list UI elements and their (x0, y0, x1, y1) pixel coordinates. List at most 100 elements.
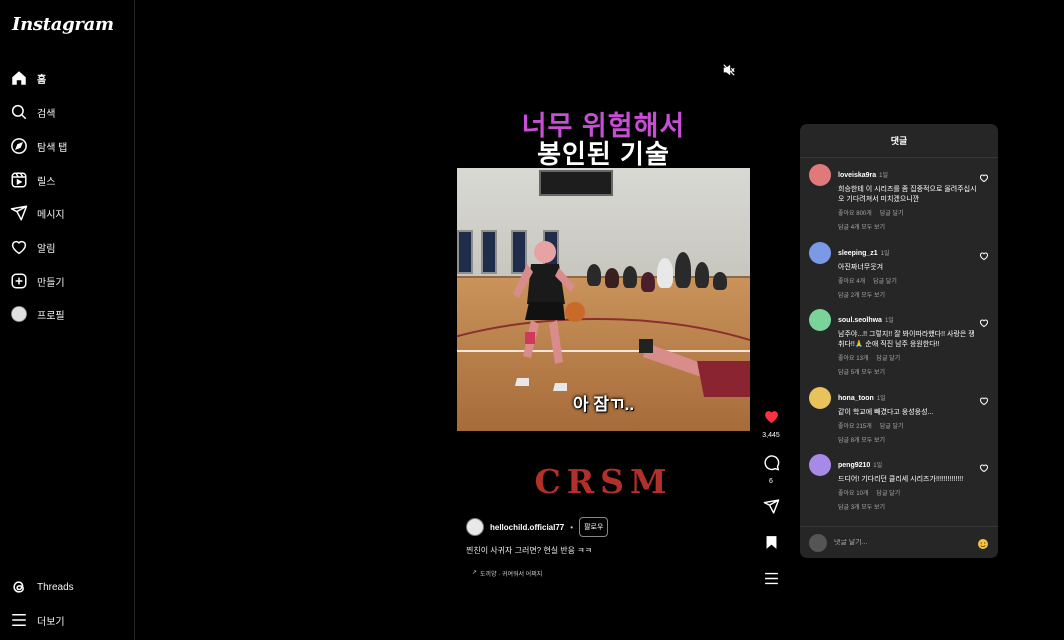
commenter-username[interactable]: sleeping_z1 (838, 250, 878, 257)
comment-heart-icon[interactable] (979, 393, 989, 406)
audio-label: 도끼양 · 귀여워서 어쩌지 (480, 572, 543, 578)
view-replies-button[interactable]: 답글 3개 모두 보기 (838, 502, 978, 511)
author-username[interactable]: hellochild.official77 (490, 523, 564, 532)
comment-action[interactable]: 6 (760, 454, 782, 485)
comment-text: 남주야...!! 그렇지!! 잘 봐이따라했다!! 사랑은 쟁취다!!🙏 순애 … (838, 331, 975, 348)
commenter-avatar[interactable] (809, 454, 831, 476)
comment-body: soul.seolhwa 1일 남주야...!! 그렇지!! 잘 봐이따라했다!!… (838, 309, 978, 376)
sidebar-item-label: 검색 (37, 108, 56, 120)
comment-time: 1일 (876, 396, 886, 402)
commenter-avatar[interactable] (809, 309, 831, 331)
send-icon[interactable] (763, 498, 780, 520)
comment-body: sleeping_z1 1일 아진짜너무웃겨 좋아요 4개 답글 달기 답글 2개 … (838, 242, 978, 299)
sidebar-item-home[interactable]: 홈 (10, 63, 128, 93)
comment-time: 1일 (879, 173, 889, 179)
comment-heart-icon[interactable] (979, 170, 989, 183)
muted-speaker-icon[interactable] (722, 63, 736, 77)
sidebar-item-explore[interactable]: 탐색 탭 (10, 131, 128, 161)
comment-likes[interactable]: 좋아요 10개 (838, 488, 868, 497)
send-icon (10, 204, 28, 222)
comment-heart-icon[interactable] (979, 315, 989, 328)
heart-icon (10, 238, 28, 256)
commenter-avatar[interactable] (809, 242, 831, 264)
reel-video-frame[interactable]: 아 잠ㄲ.. (457, 168, 750, 431)
view-replies-button[interactable]: 답글 8개 모두 보기 (838, 435, 978, 444)
save-action[interactable] (760, 534, 782, 556)
comment-input[interactable] (834, 539, 970, 546)
comment-header: loveiska9ra 1일 (838, 164, 978, 182)
sidebar-item-label: Threads (37, 581, 74, 593)
commenter-username[interactable]: soul.seolhwa (838, 317, 882, 324)
sidebar-item-create[interactable]: 만들기 (10, 266, 128, 296)
comment-text: 아진짜너무웃겨 (838, 264, 884, 271)
sidebar-item-messages[interactable]: 메시지 (10, 198, 128, 228)
spectator (713, 272, 727, 290)
sidebar-item-profile[interactable]: 프로필 (10, 299, 128, 329)
reply-button[interactable]: 답글 달기 (876, 353, 900, 362)
reply-button[interactable]: 답글 달기 (876, 488, 900, 497)
spectator (657, 258, 673, 288)
spectator (695, 262, 709, 288)
reply-button[interactable]: 답글 달기 (873, 276, 897, 285)
gym-window (457, 230, 473, 274)
home-icon (10, 69, 28, 87)
view-replies-button[interactable]: 답글 4개 모두 보기 (838, 222, 978, 231)
heart-filled-icon[interactable] (763, 408, 780, 430)
sidebar-item-label: 탐색 탭 (37, 142, 68, 154)
comment-heart-icon[interactable] (979, 248, 989, 261)
comment-header: peng9210 1일 (838, 454, 978, 472)
instagram-logo[interactable]: Instagram (12, 14, 114, 35)
comment-icon[interactable] (763, 454, 780, 476)
spectator (587, 264, 601, 286)
reply-button[interactable]: 답글 달기 (880, 208, 904, 217)
sidebar-item-threads[interactable]: Threads (10, 572, 128, 602)
comment-likes[interactable]: 좋아요 215개 (838, 421, 872, 430)
sidebar-item-label: 프로필 (37, 310, 65, 322)
reel-title-line2: 봉인된 기술 (537, 139, 670, 169)
comment-likes[interactable]: 좋아요 800개 (838, 208, 872, 217)
comment-heart-icon[interactable] (979, 460, 989, 473)
comment-time: 1일 (880, 251, 890, 257)
like-count: 3,445 (762, 432, 780, 439)
emoji-icon[interactable] (977, 537, 989, 549)
sidebar-item-notifications[interactable]: 알림 (10, 232, 128, 262)
share-action[interactable] (760, 498, 782, 520)
reels-icon (10, 171, 28, 189)
sidebar-item-label: 더보기 (37, 616, 65, 628)
reply-button[interactable]: 답글 달기 (880, 421, 904, 430)
comment-body: loveiska9ra 1일 희승한테 이 시리즈를 좀 집중적으로 올려주십시오… (838, 164, 978, 231)
comment-body: peng9210 1일 드디어! 기다리던 클리세 시리즈가!!!!!!!!!!!… (838, 454, 978, 511)
menu-icon (10, 611, 28, 629)
commenter-username[interactable]: hona_toon (838, 395, 874, 402)
comment-likes[interactable]: 좋아요 13개 (838, 353, 868, 362)
sidebar-item-more[interactable]: 더보기 (10, 605, 128, 635)
comment-meta: 좋아요 4개 답글 달기 (838, 276, 978, 285)
comment-likes[interactable]: 좋아요 4개 (838, 276, 865, 285)
sidebar-item-reels[interactable]: 릴스 (10, 165, 128, 195)
view-replies-button[interactable]: 답글 2개 모두 보기 (838, 290, 978, 299)
comment-body: hona_toon 1일 같이 학교에 빼겼다고 웅성웅성... 좋아요 215개… (838, 387, 978, 444)
follow-button[interactable]: 팔로우 (579, 517, 609, 537)
sidebar-item-search[interactable]: 검색 (10, 97, 128, 127)
sidebar: Instagram 홈 검색 탐색 탭 릴스 메시지 알림 만들기 프로필 Th… (0, 0, 135, 640)
commenter-username[interactable]: loveiska9ra (838, 172, 876, 179)
author-avatar[interactable] (466, 518, 484, 536)
commenter-username[interactable]: peng9210 (838, 462, 870, 469)
audio-arrow-icon: ↗ (472, 570, 478, 576)
bookmark-icon[interactable] (763, 534, 780, 556)
more-action[interactable] (760, 570, 782, 592)
plus-square-icon (10, 272, 28, 290)
reel-audio[interactable]: ↗ 도끼양 · 귀여워서 어쩌지 (472, 569, 542, 578)
view-replies-button[interactable]: 답글 5개 모두 보기 (838, 367, 978, 376)
menu-icon[interactable] (763, 570, 780, 592)
avatar-icon (10, 305, 28, 323)
scoreboard (539, 170, 613, 196)
spectator (623, 266, 637, 288)
like-action[interactable]: 3,445 (760, 408, 782, 439)
reel-caption: 찐친이 사귀자 그러면? 현실 반응 ㅋㅋ (466, 546, 592, 555)
commenter-avatar[interactable] (809, 164, 831, 186)
sidebar-item-label: 만들기 (37, 277, 65, 289)
comments-title: 댓글 (800, 124, 998, 158)
sidebar-item-label: 알림 (37, 243, 56, 255)
commenter-avatar[interactable] (809, 387, 831, 409)
